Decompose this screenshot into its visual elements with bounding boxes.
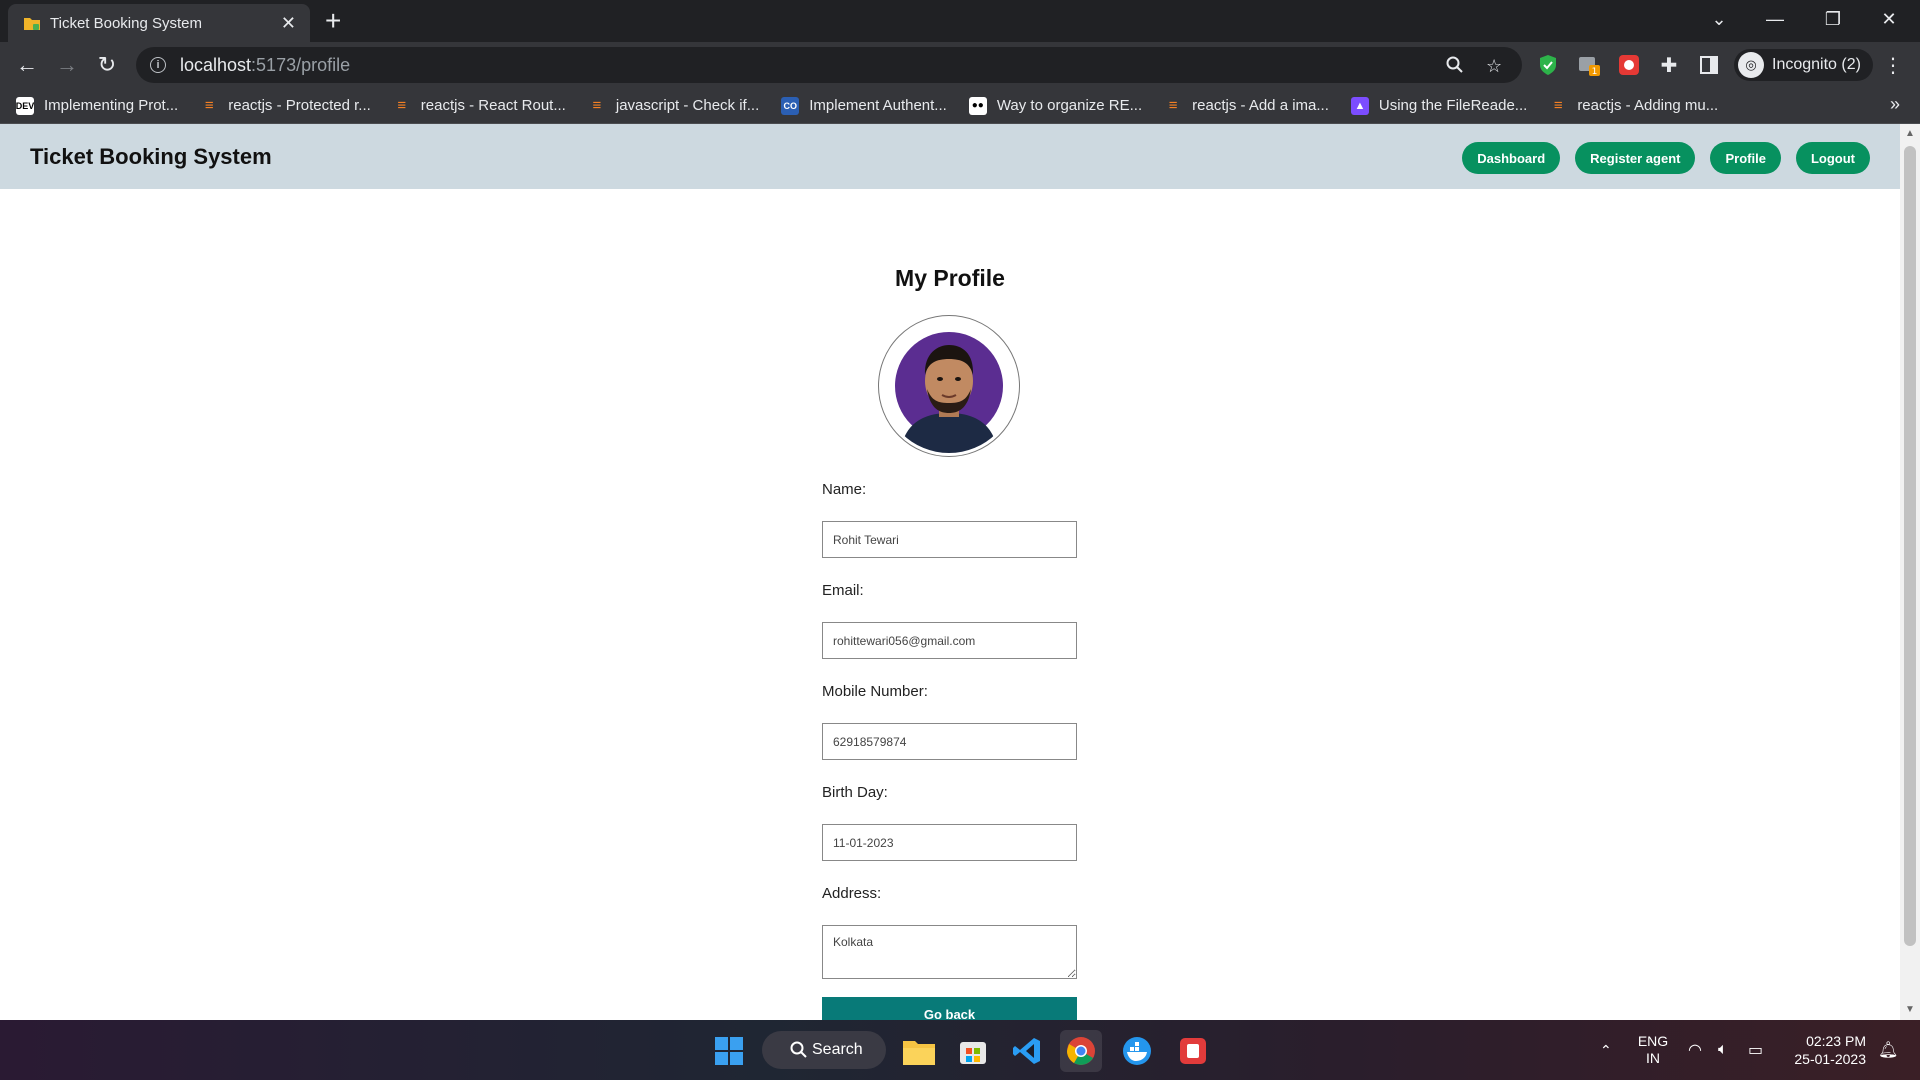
tab-title: Ticket Booking System xyxy=(50,14,202,32)
rocket-icon: ▲ xyxy=(1350,96,1369,115)
forward-arrow-icon[interactable]: → xyxy=(52,50,82,80)
volume-icon[interactable]: 🔈︎ xyxy=(1718,1020,1728,1080)
url-text: localhost:5173/profile xyxy=(180,54,351,75)
shield-extension-icon[interactable] xyxy=(1535,52,1561,78)
language-indicator[interactable]: ENG IN xyxy=(1636,1020,1670,1080)
more-bookmarks-icon[interactable]: » xyxy=(1890,94,1900,115)
reload-icon[interactable]: ↻ xyxy=(92,50,122,80)
nav-buttons: Dashboard Register agent Profile Logout xyxy=(1447,142,1870,174)
stackoverflow-icon: ≡ xyxy=(1168,97,1178,114)
bookmarks-bar: DEV Implementing Prot... ≡ reactjs - Pro… xyxy=(0,88,1920,124)
side-panel-icon[interactable] xyxy=(1696,52,1722,78)
register-agent-button[interactable]: Register agent xyxy=(1575,142,1696,174)
tab-close-icon[interactable]: ✕ xyxy=(281,13,296,34)
logout-button[interactable]: Logout xyxy=(1795,142,1870,174)
windows-start-icon[interactable] xyxy=(708,1030,750,1072)
bookmark-item[interactable]: DEV Implementing Prot... xyxy=(16,96,178,115)
page-title: My Profile xyxy=(895,265,1005,291)
bookmark-item[interactable]: ≡ reactjs - Add a ima... xyxy=(1164,97,1329,115)
co-icon: CO xyxy=(781,96,800,115)
bookmark-item[interactable]: ≡ javascript - Check if... xyxy=(588,97,759,115)
zoom-icon[interactable] xyxy=(1446,56,1464,79)
browser-tab-active[interactable]: Ticket Booking System ✕ xyxy=(8,4,310,42)
email-field[interactable] xyxy=(822,622,1077,659)
browser-menu-icon[interactable]: ⋮ xyxy=(1880,52,1906,78)
address-label: Address: xyxy=(822,885,882,902)
address-bar[interactable]: i localhost:5173/profile ☆ xyxy=(136,47,1522,83)
new-tab-icon[interactable]: + xyxy=(325,6,341,36)
taskbar-search[interactable]: Search xyxy=(762,1031,886,1069)
vscode-icon[interactable] xyxy=(1006,1030,1048,1072)
dev-icon: DEV xyxy=(16,96,34,115)
bookmark-item[interactable]: CO Implement Authent... xyxy=(781,96,947,115)
extension-badge-icon[interactable]: 1 xyxy=(1576,52,1602,78)
restore-icon[interactable]: ❐ xyxy=(1810,0,1856,38)
scroll-thumb[interactable] xyxy=(1904,146,1916,946)
wifi-icon[interactable]: ◠ xyxy=(1688,1020,1702,1080)
windows-taskbar: Search ⌃ ENG IN ◠ 🔈︎ ▭ 02:23 PM 25-01-20… xyxy=(0,1020,1920,1080)
incognito-label: Incognito (2) xyxy=(1772,56,1861,73)
docker-icon[interactable] xyxy=(1116,1030,1158,1072)
extensions-puzzle-icon[interactable]: ✚ xyxy=(1656,52,1682,78)
browser-toolbar: ← → ↻ i localhost:5173/profile ☆ 1 ✚ ◎ I… xyxy=(0,42,1920,88)
medium-icon: ●● xyxy=(968,96,987,115)
bookmark-item[interactable]: ≡ reactjs - Protected r... xyxy=(200,97,371,115)
app-navbar: Ticket Booking System Dashboard Register… xyxy=(0,124,1900,189)
mobile-label: Mobile Number: xyxy=(822,683,928,700)
incognito-badge[interactable]: ◎ Incognito (2) xyxy=(1734,49,1873,81)
profile-form: Name: Email: Mobile Number: Birth Day: A… xyxy=(822,481,1077,1020)
scroll-up-icon[interactable]: ▲ xyxy=(1905,128,1915,139)
incognito-icon: ◎ xyxy=(1738,52,1764,78)
bookmark-item[interactable]: ●● Way to organize RE... xyxy=(968,96,1142,115)
tray-overflow-icon[interactable]: ⌃ xyxy=(1600,1020,1612,1080)
page-viewport: Ticket Booking System Dashboard Register… xyxy=(0,124,1900,1020)
back-arrow-icon[interactable]: ← xyxy=(12,50,42,80)
stackoverflow-icon: ≡ xyxy=(592,97,602,114)
tab-search-chevron-icon[interactable]: ⌄ xyxy=(1696,0,1742,38)
bookmark-item[interactable]: ≡ reactjs - React Rout... xyxy=(393,97,565,115)
stackoverflow-icon: ≡ xyxy=(1553,97,1563,114)
folder-favicon-icon xyxy=(24,15,40,31)
birthday-label: Birth Day: xyxy=(822,784,888,801)
site-info-icon[interactable]: i xyxy=(150,57,166,73)
minimize-icon[interactable]: — xyxy=(1752,0,1798,38)
search-label: Search xyxy=(812,1041,863,1058)
bookmark-item[interactable]: ▲ Using the FileReade... xyxy=(1350,96,1527,115)
microsoft-store-icon[interactable] xyxy=(952,1030,994,1072)
name-label: Name: xyxy=(822,481,867,498)
birthday-field[interactable] xyxy=(822,824,1077,861)
battery-icon[interactable]: ▭ xyxy=(1748,1020,1763,1080)
name-field[interactable] xyxy=(822,521,1077,558)
bookmark-item[interactable]: ≡ reactjs - Adding mu... xyxy=(1549,97,1718,115)
app-brand[interactable]: Ticket Booking System xyxy=(30,144,272,170)
avatar-photo xyxy=(882,319,1016,453)
go-back-button[interactable]: Go back xyxy=(822,997,1077,1020)
file-explorer-icon[interactable] xyxy=(898,1030,940,1072)
scroll-down-icon[interactable]: ▼ xyxy=(1905,1004,1915,1015)
profile-button[interactable]: Profile xyxy=(1710,142,1781,174)
bookmark-star-icon[interactable]: ☆ xyxy=(1486,56,1502,77)
powerpoint-like-icon[interactable] xyxy=(1172,1030,1214,1072)
mobile-field[interactable] xyxy=(822,723,1077,760)
address-field[interactable]: Kolkata xyxy=(822,925,1077,979)
browser-tabstrip: Ticket Booking System ✕ + ⌄ — ❐ ✕ xyxy=(0,0,1920,42)
window-close-icon[interactable]: ✕ xyxy=(1866,0,1912,38)
notification-bell-icon[interactable]: 🔔︎ xyxy=(1878,1020,1898,1080)
stackoverflow-icon: ≡ xyxy=(397,97,407,114)
email-label: Email: xyxy=(822,582,864,599)
red-extension-icon[interactable] xyxy=(1616,52,1642,78)
page-scrollbar[interactable]: ▲ ▼ xyxy=(1900,124,1920,1020)
clock[interactable]: 02:23 PM 25-01-2023 xyxy=(1788,1020,1866,1080)
avatar xyxy=(878,315,1020,457)
stackoverflow-icon: ≡ xyxy=(204,97,214,114)
chrome-icon[interactable] xyxy=(1060,1030,1102,1072)
dashboard-button[interactable]: Dashboard xyxy=(1462,142,1561,174)
svg-text:1: 1 xyxy=(1592,67,1598,77)
search-icon xyxy=(790,1041,808,1064)
